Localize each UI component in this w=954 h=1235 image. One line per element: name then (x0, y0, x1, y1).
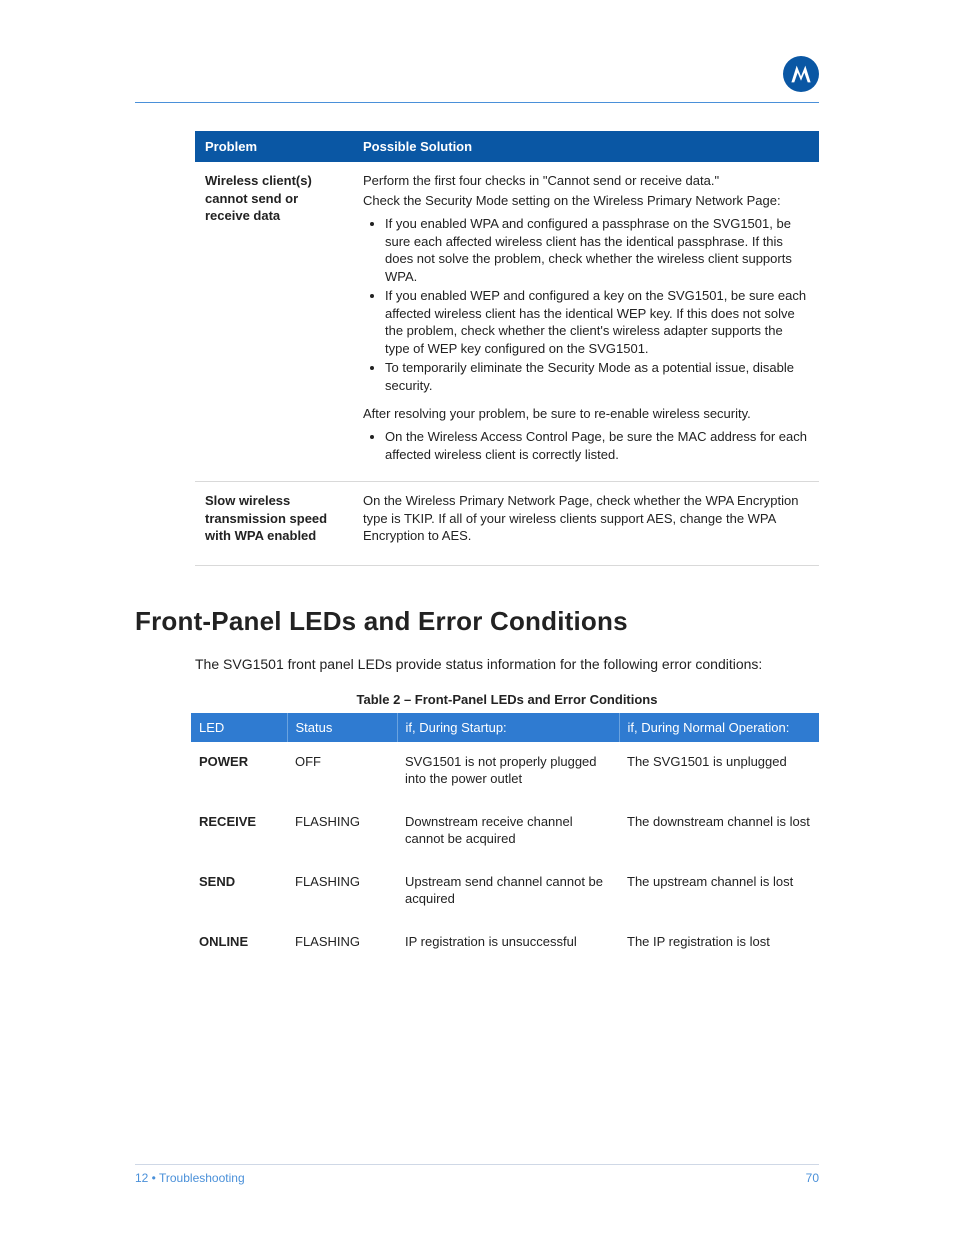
led-name: SEND (191, 862, 287, 922)
list-item: On the Wireless Access Control Page, be … (385, 428, 809, 463)
table-row: ONLINE FLASHING IP registration is unsuc… (191, 922, 819, 965)
table-row: Slow wireless transmission speed with WP… (195, 482, 819, 566)
motorola-icon (789, 62, 813, 86)
problem-cell: Slow wireless transmission speed with WP… (195, 482, 353, 566)
solution-text: Check the Security Mode setting on the W… (363, 192, 809, 210)
led-startup: SVG1501 is not properly plugged into the… (397, 742, 619, 802)
section-intro: The SVG1501 front panel LEDs provide sta… (195, 655, 785, 675)
page-footer: 12 • Troubleshooting 70 (135, 1164, 819, 1185)
table-row: SEND FLASHING Upstream send channel cann… (191, 862, 819, 922)
col-led-header: LED (191, 713, 287, 742)
header-rule (135, 102, 819, 103)
table2-caption: Table 2 – Front-Panel LEDs and Error Con… (195, 692, 819, 707)
table-row: Wireless client(s) cannot send or receiv… (195, 162, 819, 482)
list-item: If you enabled WEP and configured a key … (385, 287, 809, 357)
led-startup: IP registration is unsuccessful (397, 922, 619, 965)
led-name: ONLINE (191, 922, 287, 965)
solution-text: Perform the first four checks in "Cannot… (363, 172, 809, 190)
led-name: RECEIVE (191, 802, 287, 862)
led-startup: Downstream receive channel cannot be acq… (397, 802, 619, 862)
led-status: OFF (287, 742, 397, 802)
led-normal: The upstream channel is lost (619, 862, 819, 922)
footer-page-number: 70 (806, 1171, 819, 1185)
footer-left: 12 • Troubleshooting (135, 1171, 245, 1185)
col-startup-header: if, During Startup: (397, 713, 619, 742)
col-status-header: Status (287, 713, 397, 742)
page-content: Problem Possible Solution Wireless clien… (135, 131, 819, 965)
section-heading: Front-Panel LEDs and Error Conditions (135, 606, 819, 637)
problem-cell: Wireless client(s) cannot send or receiv… (195, 162, 353, 482)
list-item: If you enabled WPA and configured a pass… (385, 215, 809, 285)
led-status: FLASHING (287, 922, 397, 965)
led-startup: Upstream send channel cannot be acquired (397, 862, 619, 922)
troubleshooting-table: Problem Possible Solution Wireless clien… (195, 131, 819, 566)
led-table: LED Status if, During Startup: if, Durin… (191, 713, 819, 964)
led-status: FLASHING (287, 862, 397, 922)
led-normal: The IP registration is lost (619, 922, 819, 965)
solution-text: After resolving your problem, be sure to… (363, 405, 809, 423)
col-normal-header: if, During Normal Operation: (619, 713, 819, 742)
table-row: RECEIVE FLASHING Downstream receive chan… (191, 802, 819, 862)
list-item: To temporarily eliminate the Security Mo… (385, 359, 809, 394)
solution-cell: Perform the first four checks in "Cannot… (353, 162, 819, 482)
col-problem-header: Problem (195, 131, 353, 162)
solution-cell: On the Wireless Primary Network Page, ch… (353, 482, 819, 566)
table-row: POWER OFF SVG1501 is not properly plugge… (191, 742, 819, 802)
led-normal: The SVG1501 is unplugged (619, 742, 819, 802)
led-name: POWER (191, 742, 287, 802)
brand-logo (783, 56, 819, 92)
solution-bullets: On the Wireless Access Control Page, be … (367, 428, 809, 463)
solution-bullets: If you enabled WPA and configured a pass… (367, 215, 809, 394)
solution-text: On the Wireless Primary Network Page, ch… (363, 492, 809, 545)
col-solution-header: Possible Solution (353, 131, 819, 162)
led-normal: The downstream channel is lost (619, 802, 819, 862)
led-status: FLASHING (287, 802, 397, 862)
